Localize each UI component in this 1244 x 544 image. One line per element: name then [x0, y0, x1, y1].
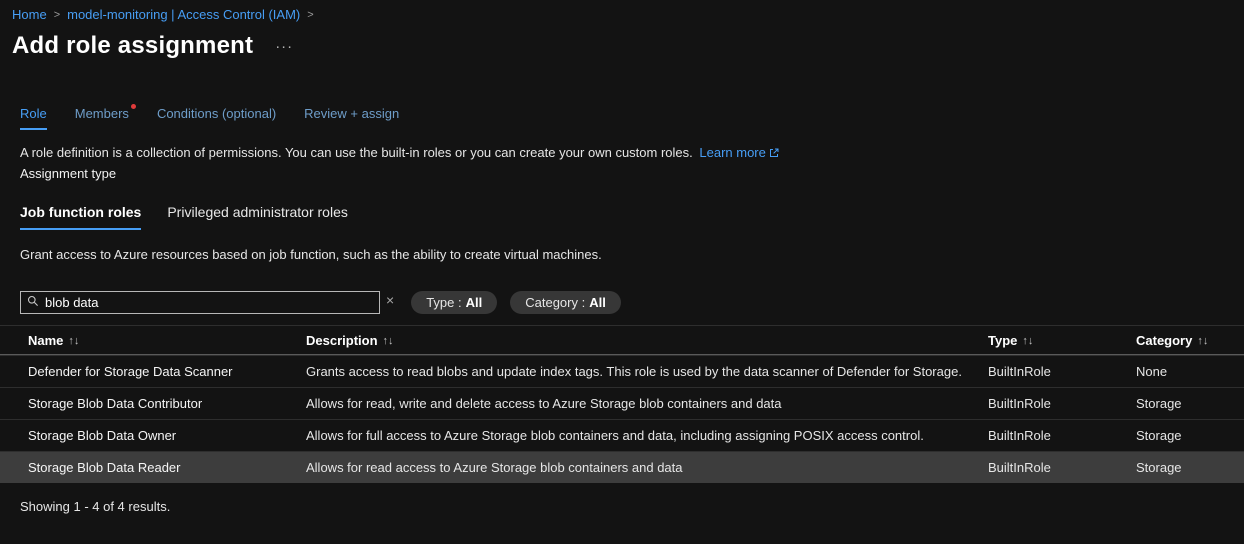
external-link-icon — [769, 146, 779, 161]
sort-icon: ↑↓ — [1022, 326, 1033, 356]
role-name: Storage Blob Data Reader — [28, 452, 306, 484]
role-category: Storage — [1136, 420, 1244, 452]
results-count: Showing 1 - 4 of 4 results. — [20, 499, 1244, 514]
role-name: Storage Blob Data Owner — [28, 420, 306, 452]
role-type: BuiltInRole — [988, 452, 1136, 484]
breadcrumb-separator-icon: > — [307, 9, 313, 21]
column-header-name-label: Name — [28, 326, 63, 356]
search-icon — [27, 295, 39, 310]
role-name: Defender for Storage Data Scanner — [28, 356, 306, 388]
role-description: Grants access to read blobs and update i… — [306, 356, 988, 388]
clear-search-icon[interactable]: × — [386, 292, 394, 308]
table-row[interactable]: Storage Blob Data Owner Allows for full … — [0, 419, 1244, 451]
role-description: Allows for read, write and delete access… — [306, 388, 988, 420]
category-filter-pill[interactable]: Category : All — [510, 291, 621, 314]
wizard-tabs: Role Members Conditions (optional) Revie… — [20, 106, 1244, 130]
search-input[interactable] — [45, 295, 373, 310]
role-category: Storage — [1136, 452, 1244, 484]
search-filter-row: × Type : All Category : All — [20, 291, 1244, 314]
role-category: Storage — [1136, 388, 1244, 420]
category-filter-label: Category : — [525, 295, 585, 310]
tab-members-label: Members — [75, 106, 129, 121]
category-filter-value: All — [589, 295, 606, 310]
job-function-description: Grant access to Azure resources based on… — [20, 247, 1244, 262]
tab-privileged-admin-roles[interactable]: Privileged administrator roles — [167, 204, 348, 230]
column-header-category[interactable]: Category ↑↓ — [1136, 326, 1244, 356]
role-definition-description: A role definition is a collection of per… — [20, 145, 1244, 161]
column-header-description-label: Description — [306, 326, 378, 356]
type-filter-label: Type : — [426, 295, 461, 310]
role-name: Storage Blob Data Contributor — [28, 388, 306, 420]
title-row: Add role assignment ··· — [12, 32, 1244, 60]
tab-conditions[interactable]: Conditions (optional) — [157, 106, 276, 130]
type-filter-value: All — [466, 295, 483, 310]
column-header-type-label: Type — [988, 326, 1017, 356]
breadcrumb-resource-link[interactable]: model-monitoring | Access Control (IAM) — [67, 7, 300, 22]
column-header-type[interactable]: Type ↑↓ — [988, 326, 1136, 356]
table-row[interactable]: Storage Blob Data Contributor Allows for… — [0, 387, 1244, 419]
search-box[interactable] — [20, 291, 380, 314]
role-description: Allows for read access to Azure Storage … — [306, 452, 988, 484]
role-type: BuiltInRole — [988, 356, 1136, 388]
tab-members[interactable]: Members — [75, 106, 129, 130]
sort-icon: ↑↓ — [383, 326, 394, 356]
table-row[interactable]: Defender for Storage Data Scanner Grants… — [0, 355, 1244, 387]
members-badge-dot — [131, 104, 136, 109]
sort-icon: ↑↓ — [68, 326, 79, 356]
tab-job-function-roles[interactable]: Job function roles — [20, 204, 141, 230]
breadcrumb: Home > model-monitoring | Access Control… — [0, 0, 1244, 22]
learn-more-link[interactable]: Learn more — [699, 145, 765, 160]
role-type: BuiltInRole — [988, 420, 1136, 452]
type-filter-pill[interactable]: Type : All — [411, 291, 497, 314]
table-row-selected[interactable]: Storage Blob Data Reader Allows for read… — [0, 451, 1244, 483]
roles-table: Name ↑↓ Description ↑↓ Type ↑↓ Category … — [0, 325, 1244, 483]
role-definition-text: A role definition is a collection of per… — [20, 145, 693, 160]
assignment-type-label: Assignment type — [20, 166, 1244, 181]
column-header-name[interactable]: Name ↑↓ — [28, 326, 306, 356]
add-role-assignment-page: Home > model-monitoring | Access Control… — [0, 0, 1244, 544]
more-options-icon[interactable]: ··· — [275, 38, 293, 55]
breadcrumb-separator-icon: > — [54, 9, 60, 21]
breadcrumb-home-link[interactable]: Home — [12, 7, 47, 22]
table-header-row: Name ↑↓ Description ↑↓ Type ↑↓ Category … — [0, 325, 1244, 355]
role-type: BuiltInRole — [988, 388, 1136, 420]
column-header-category-label: Category — [1136, 326, 1192, 356]
column-header-description[interactable]: Description ↑↓ — [306, 326, 988, 356]
sort-icon: ↑↓ — [1197, 326, 1208, 356]
role-description: Allows for full access to Azure Storage … — [306, 420, 988, 452]
page-title: Add role assignment — [12, 32, 253, 60]
tab-role[interactable]: Role — [20, 106, 47, 130]
assignment-type-tabs: Job function roles Privileged administra… — [20, 204, 1244, 230]
tab-review-assign[interactable]: Review + assign — [304, 106, 399, 130]
role-category: None — [1136, 356, 1244, 388]
